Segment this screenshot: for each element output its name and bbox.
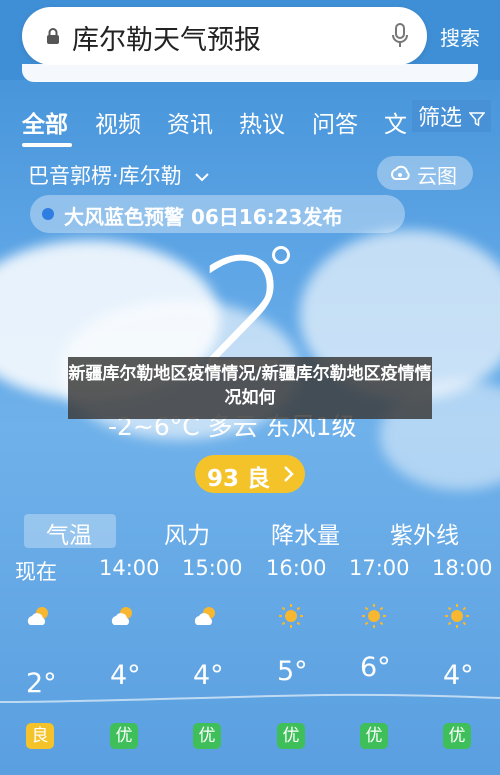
hour-temperature: 4°	[110, 660, 141, 691]
hour-time: 18:00	[432, 556, 493, 580]
sun-icon	[362, 604, 386, 628]
partly-cloudy-icon	[194, 607, 215, 625]
cloud-map-label: 云图	[417, 164, 457, 188]
hour-time: 现在	[15, 560, 57, 584]
air-quality-badge: 优	[443, 723, 471, 749]
tab-qa[interactable]: 问答	[312, 105, 358, 139]
microphone-icon[interactable]	[391, 23, 409, 49]
aqi-badge[interactable]: 93 良	[195, 455, 305, 493]
alert-text: 大风蓝色预警 06日16:23发布	[64, 205, 343, 229]
location-selector[interactable]: 巴音郭楞·库尔勒	[28, 160, 210, 190]
hour-temperature: 6°	[360, 652, 391, 683]
search-input[interactable]: 库尔勒天气预报	[72, 18, 261, 57]
chevron-down-icon	[195, 173, 210, 182]
hour-temperature: 5°	[277, 656, 308, 687]
search-suggestion-strip	[22, 64, 478, 82]
hour-time: 17:00	[349, 556, 410, 580]
tab-video[interactable]: 视频	[95, 105, 141, 139]
search-button[interactable]: 搜索	[440, 22, 480, 51]
caption-text: 新疆库尔勒地区疫情情况/新疆库尔勒地区疫情情况如何	[68, 364, 432, 408]
hour-temperature: 4°	[443, 660, 474, 691]
air-quality-badge: 优	[193, 723, 221, 749]
hour-time: 15:00	[182, 556, 243, 580]
sun-icon	[279, 604, 303, 628]
tab-all[interactable]: 全部	[22, 105, 68, 139]
alert-dot-icon	[42, 208, 54, 220]
air-quality-badge: 良	[26, 723, 54, 749]
forecast-subtabs: 气温 风力 降水量 紫外线	[24, 512, 484, 550]
lock-icon	[47, 28, 59, 44]
partly-cloudy-icon	[111, 607, 132, 625]
tab-more[interactable]: 文	[384, 105, 407, 139]
subtab-temperature[interactable]: 气温	[46, 516, 92, 550]
funnel-icon	[468, 112, 486, 127]
air-quality-badge: 优	[277, 723, 305, 749]
caption-overlay: 新疆库尔勒地区疫情情况/新疆库尔勒地区疫情情况如何	[68, 357, 432, 419]
tab-news[interactable]: 资讯	[167, 105, 213, 139]
sun-icon	[445, 604, 469, 628]
air-quality-badge: 优	[360, 723, 388, 749]
cloud-map-button[interactable]: 云图	[377, 156, 473, 190]
search-bar[interactable]: 库尔勒天气预报	[22, 7, 427, 65]
temperature-trend-line	[0, 693, 500, 703]
hour-time: 14:00	[99, 556, 160, 580]
hour-time: 16:00	[266, 556, 327, 580]
degree-icon	[272, 246, 290, 264]
filter-label: 筛选	[418, 106, 463, 131]
subtab-wind[interactable]: 风力	[164, 516, 210, 550]
subtab-precipitation[interactable]: 降水量	[271, 516, 340, 550]
partly-cloudy-icon	[27, 607, 48, 625]
hour-temperature: 4°	[193, 660, 224, 691]
location-label: 巴音郭楞·库尔勒	[28, 164, 182, 188]
tab-discussion[interactable]: 热议	[239, 105, 285, 139]
air-quality-badge: 优	[110, 723, 138, 749]
subtab-uv[interactable]: 紫外线	[390, 516, 459, 550]
active-tab-indicator	[22, 143, 72, 147]
filter-button[interactable]: 筛选	[412, 100, 492, 132]
chevron-right-icon	[284, 466, 294, 482]
aqi-label: 93 良	[207, 466, 271, 492]
cloud-map-icon	[390, 165, 410, 180]
hour-temperature: 2°	[26, 668, 57, 699]
